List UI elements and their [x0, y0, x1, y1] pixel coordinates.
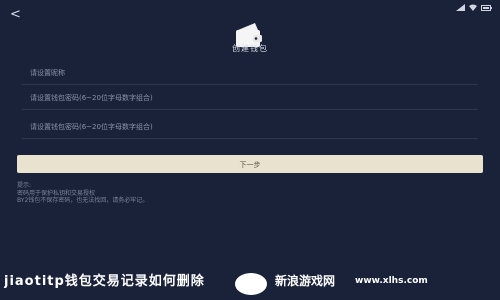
watermark-logo-icon: [235, 273, 267, 295]
notice-line: BY2钱包不保存密码，也无法找回，请务必牢记。: [17, 197, 149, 204]
notice-line: 密码用于保护私钥和交易授权: [17, 189, 96, 197]
battery-icon: [481, 4, 492, 11]
watermark-logo: 新浪游戏网 www.xlhs.com: [235, 272, 465, 298]
password-notice: 提示: 密码用于保护私钥和交易授权 BY2钱包不保存密码，也无法找回，请务必牢记…: [17, 182, 317, 205]
wallet-name-input[interactable]: [28, 64, 472, 82]
password-input[interactable]: [28, 89, 472, 107]
back-icon[interactable]: <: [10, 8, 24, 22]
next-button[interactable]: 下一步: [17, 155, 483, 173]
watermark-site-name: 新浪游戏网: [275, 274, 336, 288]
wallet-name-field[interactable]: [22, 62, 478, 85]
page-title: 创建钱包: [232, 44, 268, 53]
confirm-password-input[interactable]: [28, 118, 472, 136]
wifi-icon: [469, 4, 477, 11]
confirm-password-field[interactable]: [22, 116, 478, 139]
status-icons: [456, 4, 492, 11]
watermark-site-url: www.xlhs.com: [355, 276, 428, 286]
signal-icon: [456, 4, 465, 11]
password-field[interactable]: [22, 87, 478, 110]
notice-line: 提示:: [17, 182, 32, 189]
